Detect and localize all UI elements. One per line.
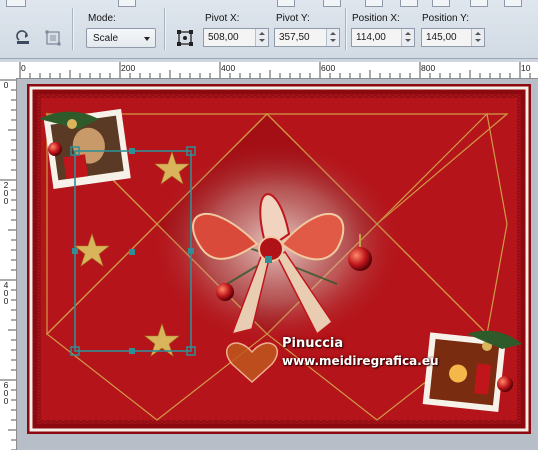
position-x-field[interactable]: 114,00: [351, 28, 415, 47]
menu-strip-button[interactable]: [432, 0, 450, 7]
resize-handle[interactable]: [72, 248, 78, 254]
pivot-point[interactable]: [265, 256, 272, 263]
pivot-y-value: 357,50: [279, 32, 310, 43]
pick-pivot-button[interactable]: [174, 27, 196, 49]
toolbar-separator: [345, 8, 347, 50]
toolbar-separator: [72, 8, 74, 50]
ruler-label: 200: [121, 63, 136, 73]
ruler-label: 200: [3, 180, 9, 206]
pivot-y-label: Pivot Y:: [276, 13, 310, 24]
resize-handle[interactable]: [129, 148, 135, 154]
object-mode-button[interactable]: [42, 27, 64, 49]
rotation-handle[interactable]: [129, 249, 135, 255]
position-y-stepper[interactable]: [471, 29, 484, 46]
menu-strip-button[interactable]: [400, 0, 418, 7]
pivot-target-icon: [177, 30, 193, 46]
transform-selection-box[interactable]: [17, 79, 538, 450]
menu-strip-button[interactable]: [470, 0, 488, 7]
position-x-label: Position X:: [352, 13, 400, 24]
ruler-label: 800: [421, 63, 436, 73]
object-select-icon: [45, 30, 61, 46]
pivot-x-field[interactable]: 508,00: [203, 28, 269, 47]
pivot-x-label: Pivot X:: [205, 13, 240, 24]
vertical-ruler: 0 200 400 600: [0, 78, 17, 450]
pivot-x-stepper[interactable]: [255, 29, 268, 46]
position-y-value: 145,00: [426, 32, 457, 43]
mode-value: Scale: [93, 33, 119, 44]
ruler-label: 0: [3, 80, 9, 90]
ruler-label: 600: [3, 380, 9, 406]
ruler-label: 10: [521, 63, 531, 73]
reset-icon: [16, 30, 29, 44]
menu-strip-button[interactable]: [6, 0, 26, 7]
pivot-x-value: 508,00: [208, 32, 239, 43]
chevron-down-icon: [144, 37, 150, 41]
pivot-y-stepper[interactable]: [326, 29, 339, 46]
position-y-label: Position Y:: [422, 13, 470, 24]
mode-dropdown[interactable]: Scale: [86, 28, 156, 48]
position-x-value: 114,00: [356, 32, 386, 43]
position-x-stepper[interactable]: [401, 29, 414, 46]
ruler-label: 0: [21, 63, 26, 73]
reset-rectangle-button[interactable]: [12, 27, 34, 49]
horizontal-ruler: 0 200 400 600 800 10: [0, 62, 538, 79]
menu-strip-button[interactable]: [277, 0, 295, 7]
menu-strip-button[interactable]: [323, 0, 341, 7]
resize-handle[interactable]: [188, 248, 194, 254]
position-y-field[interactable]: 145,00: [421, 28, 485, 47]
mode-label: Mode:: [88, 13, 116, 24]
toolbar-separator: [164, 8, 166, 50]
image-canvas[interactable]: Pinuccia www.meidiregrafica.eu: [17, 79, 538, 450]
tool-options-bar: Mode: Scale Pivot X: 508,00 Pivot Y: 357…: [0, 0, 538, 59]
menu-strip-button[interactable]: [118, 0, 136, 7]
ruler-label: 400: [3, 280, 9, 306]
resize-handle[interactable]: [129, 348, 135, 354]
ruler-label: 600: [321, 63, 336, 73]
ruler-ticks: [19, 62, 531, 78]
pivot-y-field[interactable]: 357,50: [274, 28, 340, 47]
ruler-label: 400: [221, 63, 236, 73]
menu-strip-button[interactable]: [504, 0, 522, 7]
menu-strip-button[interactable]: [365, 0, 383, 7]
